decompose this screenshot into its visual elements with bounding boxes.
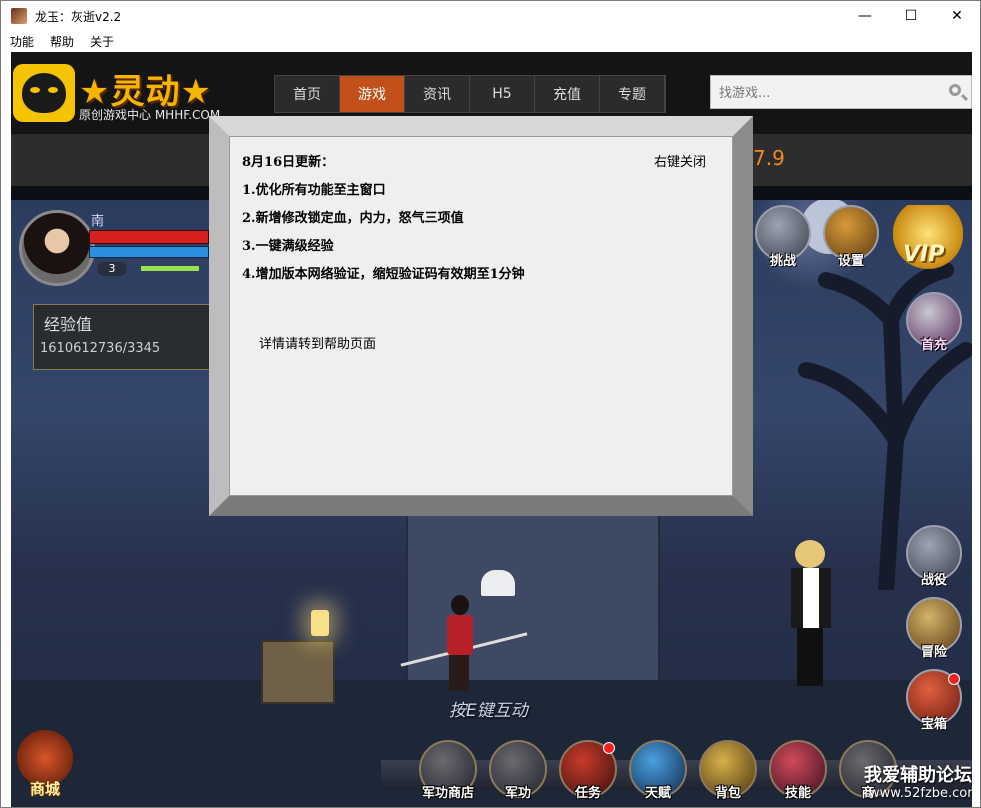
nav-h5[interactable]: H5 — [470, 76, 535, 112]
player-head — [451, 595, 469, 615]
strip-number: 7.9 — [753, 146, 785, 170]
adventure-label: 冒险 — [920, 645, 947, 660]
exp-panel: 经验值 1610612736/3345 — [33, 304, 225, 370]
close-button[interactable]: ✕ — [934, 1, 980, 31]
mp-bar — [89, 246, 209, 258]
quest-notification-dot — [603, 742, 615, 754]
exp-label: 经验值 — [44, 315, 93, 334]
popup-footer: 详情请转到帮助页面 — [259, 337, 377, 352]
npc-hair — [795, 540, 825, 568]
player-name: 南 — [91, 214, 105, 229]
popup-header: 8月16日更新： — [242, 155, 335, 170]
nav-home[interactable]: 首页 — [275, 76, 340, 112]
player-avatar[interactable] — [19, 210, 95, 286]
nav-topics[interactable]: 专题 — [600, 76, 665, 112]
exp-bar — [141, 266, 199, 271]
player-character[interactable] — [439, 595, 479, 695]
crate-graphic — [261, 640, 335, 704]
merit-shop-label: 军功商店 — [421, 786, 474, 801]
vip-label: VIP — [903, 242, 945, 267]
menu-item-about[interactable]: 关于 — [83, 33, 121, 50]
talent-label: 天赋 — [644, 786, 671, 801]
shop-label: 商城 — [29, 780, 60, 798]
npc-legs — [797, 628, 823, 686]
site-nav: 首页 游戏 资讯 H5 充值 专题 — [274, 75, 666, 113]
merit-label: 军功 — [504, 786, 531, 801]
challenge-label: 挑战 — [769, 254, 796, 269]
popup-body: 8月16日更新： 右键关闭 1.优化所有功能至主窗口 2.新增修改锁定血，内力，… — [229, 136, 733, 496]
hp-bar — [89, 230, 209, 244]
door-icon[interactable] — [481, 570, 515, 596]
treasure-chest-label: 宝箱 — [920, 717, 947, 732]
player-legs — [449, 655, 469, 691]
minimize-button[interactable]: — — [842, 1, 888, 31]
update-popup[interactable]: 8月16日更新： 右键关闭 1.优化所有功能至主窗口 2.新增修改锁定血，内力，… — [209, 116, 753, 516]
app-window: 龙玉：灰逝v2.2 — ☐ ✕ 功能 帮助 关于 ★灵动★ 原创游戏中心 MHH… — [0, 0, 981, 808]
first-recharge-label: 首充 — [920, 338, 947, 353]
window-title: 龙玉：灰逝v2.2 — [35, 9, 122, 24]
logo-face-icon — [22, 73, 66, 113]
maximize-button[interactable]: ☐ — [888, 1, 934, 31]
notification-dot — [948, 673, 960, 685]
menu-item-function[interactable]: 功能 — [3, 33, 41, 50]
popup-line-2: 2.新增修改锁定血，内力，怒气三项值 — [242, 211, 464, 226]
interact-hint: 按E键互动 — [449, 701, 528, 721]
level-badge: 3 — [97, 262, 127, 276]
campaign-label: 战役 — [920, 573, 947, 588]
player-body — [447, 615, 473, 655]
site-logo[interactable] — [13, 64, 75, 122]
popup-line-4: 4.增加版本网络验证，缩短验证码有效期至1分钟 — [242, 267, 525, 282]
search-input[interactable] — [717, 82, 941, 104]
backpack-label: 背包 — [714, 786, 741, 801]
brand-subtitle: 原创游戏中心 MHHF.COM — [79, 108, 221, 122]
menu-item-help[interactable]: 帮助 — [43, 33, 81, 50]
settings-label: 设置 — [837, 254, 864, 269]
web-content: ★灵动★ 原创游戏中心 MHHF.COM 首页 游戏 资讯 H5 充值 专题 7… — [11, 52, 972, 807]
exp-value: 1610612736/3345 — [40, 341, 161, 356]
quest-label: 任务 — [574, 786, 601, 801]
skills-label: 技能 — [784, 786, 811, 801]
search-icon[interactable] — [949, 84, 961, 96]
nav-games[interactable]: 游戏 — [340, 76, 405, 112]
lantern-graphic — [311, 610, 329, 636]
popup-line-1: 1.优化所有功能至主窗口 — [242, 183, 386, 198]
popup-line-3: 3.一键满级经验 — [242, 239, 334, 254]
npc-character[interactable] — [781, 540, 841, 690]
npc-body — [791, 568, 831, 628]
menu-bar: 功能 帮助 关于 — [1, 31, 980, 51]
nav-news[interactable]: 资讯 — [405, 76, 470, 112]
popup-close-hint: 右键关闭 — [654, 155, 707, 170]
app-icon — [11, 8, 27, 24]
search-box — [710, 75, 972, 109]
title-bar[interactable]: 龙玉：灰逝v2.2 — ☐ ✕ — [1, 1, 980, 31]
watermark-text: 我爱辅助论坛 — [864, 765, 972, 786]
nav-recharge[interactable]: 充值 — [535, 76, 600, 112]
watermark-url: www.52fzbe.com — [869, 786, 972, 801]
